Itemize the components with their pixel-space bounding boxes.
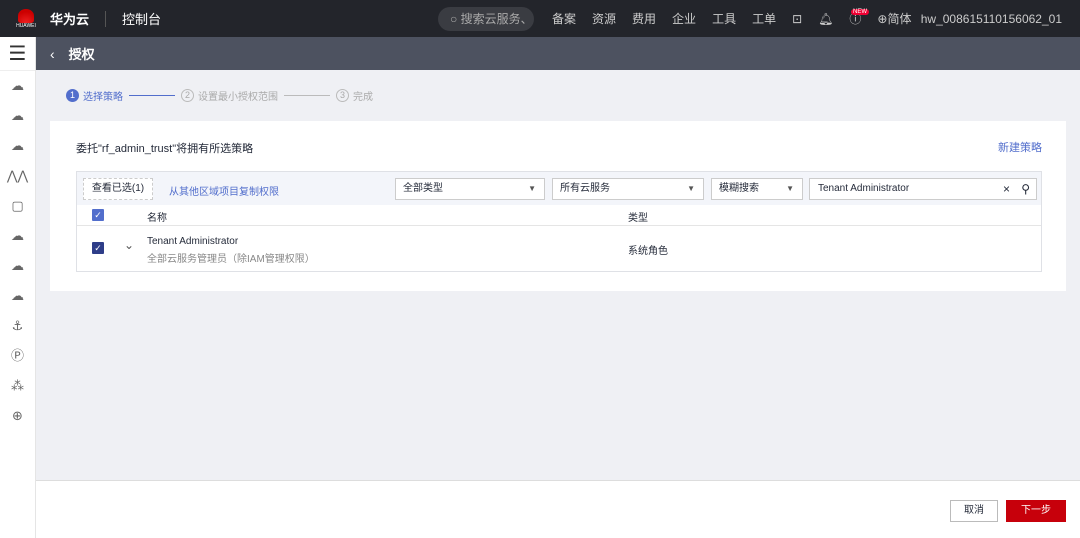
nav-filing[interactable]: 备案 [552,10,576,27]
column-type: 类型 [628,213,648,224]
language-switch[interactable]: ⊕简体 [877,10,911,27]
search-input[interactable]: ○ 搜索云服务、 [438,7,534,31]
type-select[interactable]: 全部类型 ▼ [395,178,545,200]
caret-down-icon: ▼ [786,184,794,193]
policy-name: Tenant Administrator [147,236,239,247]
user-menu[interactable]: hw_008615110156062_01 [921,12,1062,26]
policy-type: 系统角色 [628,246,668,257]
cloud-service-icon[interactable]: ☁ [0,251,35,281]
table-toolbar: 查看已选(1) 从其他区域项目复制权限 全部类型 ▼ 所有云服务 ▼ 模糊搜索 ▼ T… [77,172,1041,205]
globe-icon[interactable]: ⊕ [0,401,35,431]
search-mode-select[interactable]: 模糊搜索 ▼ [711,178,803,200]
top-bar: HUAWEI 华为云 控制台 [0,0,1080,37]
search-icon: ○ [450,12,461,26]
table-header: ✓ 名称 类型 [77,205,1041,226]
copy-permissions-link[interactable]: 从其他区域项目复制权限 [169,183,279,198]
stepper: 1 选择策略 2 设置最小授权范围 3 完成 [66,88,373,103]
policy-description: 全部云服务管理员（除IAM管理权限） [147,254,315,265]
parking-icon[interactable]: Ⓟ [0,341,35,371]
step-number: 2 [181,89,194,102]
caret-down-icon: ▼ [687,184,695,193]
step-connector [284,95,330,96]
row-checkbox[interactable]: ✓ [92,242,104,254]
nav-tools[interactable]: 工具 [712,10,736,27]
table-row: ✓ ⌄ Tenant Administrator 全部云服务管理员（除IAM管理… [77,226,1041,271]
service-select[interactable]: 所有云服务 ▼ [552,178,704,200]
cloud-service-icon[interactable]: ☁ [0,101,35,131]
divider [105,10,107,27]
terminal-icon[interactable]: ⊡ [792,12,802,26]
cloud-service-icon[interactable]: ☁ [0,221,35,251]
policy-card: 委托"rf_admin_trust"将拥有所选策略 新建策略 查看已选(1) 从… [50,121,1066,291]
page-header: ‹ 授权 [36,37,1080,70]
caret-down-icon: ▼ [528,184,536,193]
view-selected-button[interactable]: 查看已选(1) [83,178,153,200]
step-label: 选择策略 [83,92,123,103]
step-connector [129,95,175,96]
monitor-icon[interactable]: ⋀⋀ [0,161,35,191]
console-link[interactable]: 控制台 [122,9,161,28]
step-label: 设置最小授权范围 [198,92,278,103]
menu-icon[interactable]: ☰ [0,37,35,71]
top-nav: 备案 资源 费用 企业 工具 工单 ⊡ 🔔︎ ⓘ ⊕简体 [552,0,911,37]
footer-bar: 取消 下一步 [36,480,1080,538]
nav-billing[interactable]: 费用 [632,10,656,27]
new-badge: NEW [851,9,869,15]
nav-tickets[interactable]: 工单 [752,10,776,27]
back-icon[interactable]: ‹ [50,46,55,62]
page-title: 授权 [68,47,95,62]
nav-enterprise[interactable]: 企业 [672,10,696,27]
cluster-icon[interactable]: ⁂ [0,371,35,401]
step-number: 3 [336,89,349,102]
cloud-service-icon[interactable]: ☁ [0,281,35,311]
select-all-checkbox[interactable]: ✓ [92,209,104,221]
cloud-service-icon[interactable]: ☁ [0,71,35,101]
nav-resources[interactable]: 资源 [592,10,616,27]
next-button[interactable]: 下一步 [1006,500,1066,522]
globe-icon: ⊕ [877,12,888,26]
anchor-icon[interactable]: ⚓︎ [0,311,35,341]
step-label: 完成 [353,92,373,103]
policy-table: 查看已选(1) 从其他区域项目复制权限 全部类型 ▼ 所有云服务 ▼ 模糊搜索 ▼ T… [76,171,1042,272]
column-name: 名称 [147,213,167,224]
card-description: 委托"rf_admin_trust"将拥有所选策略 [76,143,254,155]
search-icon[interactable]: ⚲ [1021,179,1030,199]
expand-chevron-icon[interactable]: ⌄ [124,238,134,252]
sidebar: ☰ ☁ ☁ ☁ ⋀⋀ ▢ ☁ ☁ ☁ ⚓︎ Ⓟ ⁂ ⊕ [0,37,36,538]
step-number: 1 [66,89,79,102]
storage-icon[interactable]: ▢ [0,191,35,221]
cloud-service-icon[interactable]: ☁ [0,131,35,161]
new-policy-link[interactable]: 新建策略 [998,139,1042,155]
cancel-button[interactable]: 取消 [950,500,998,522]
brand-name[interactable]: 华为云 [50,9,89,28]
huawei-logo[interactable]: HUAWEI [8,0,44,37]
clear-icon[interactable]: × [1003,179,1010,199]
policy-search-input[interactable]: Tenant Administrator × ⚲ [809,178,1037,200]
bell-icon[interactable]: 🔔︎ [818,12,833,26]
